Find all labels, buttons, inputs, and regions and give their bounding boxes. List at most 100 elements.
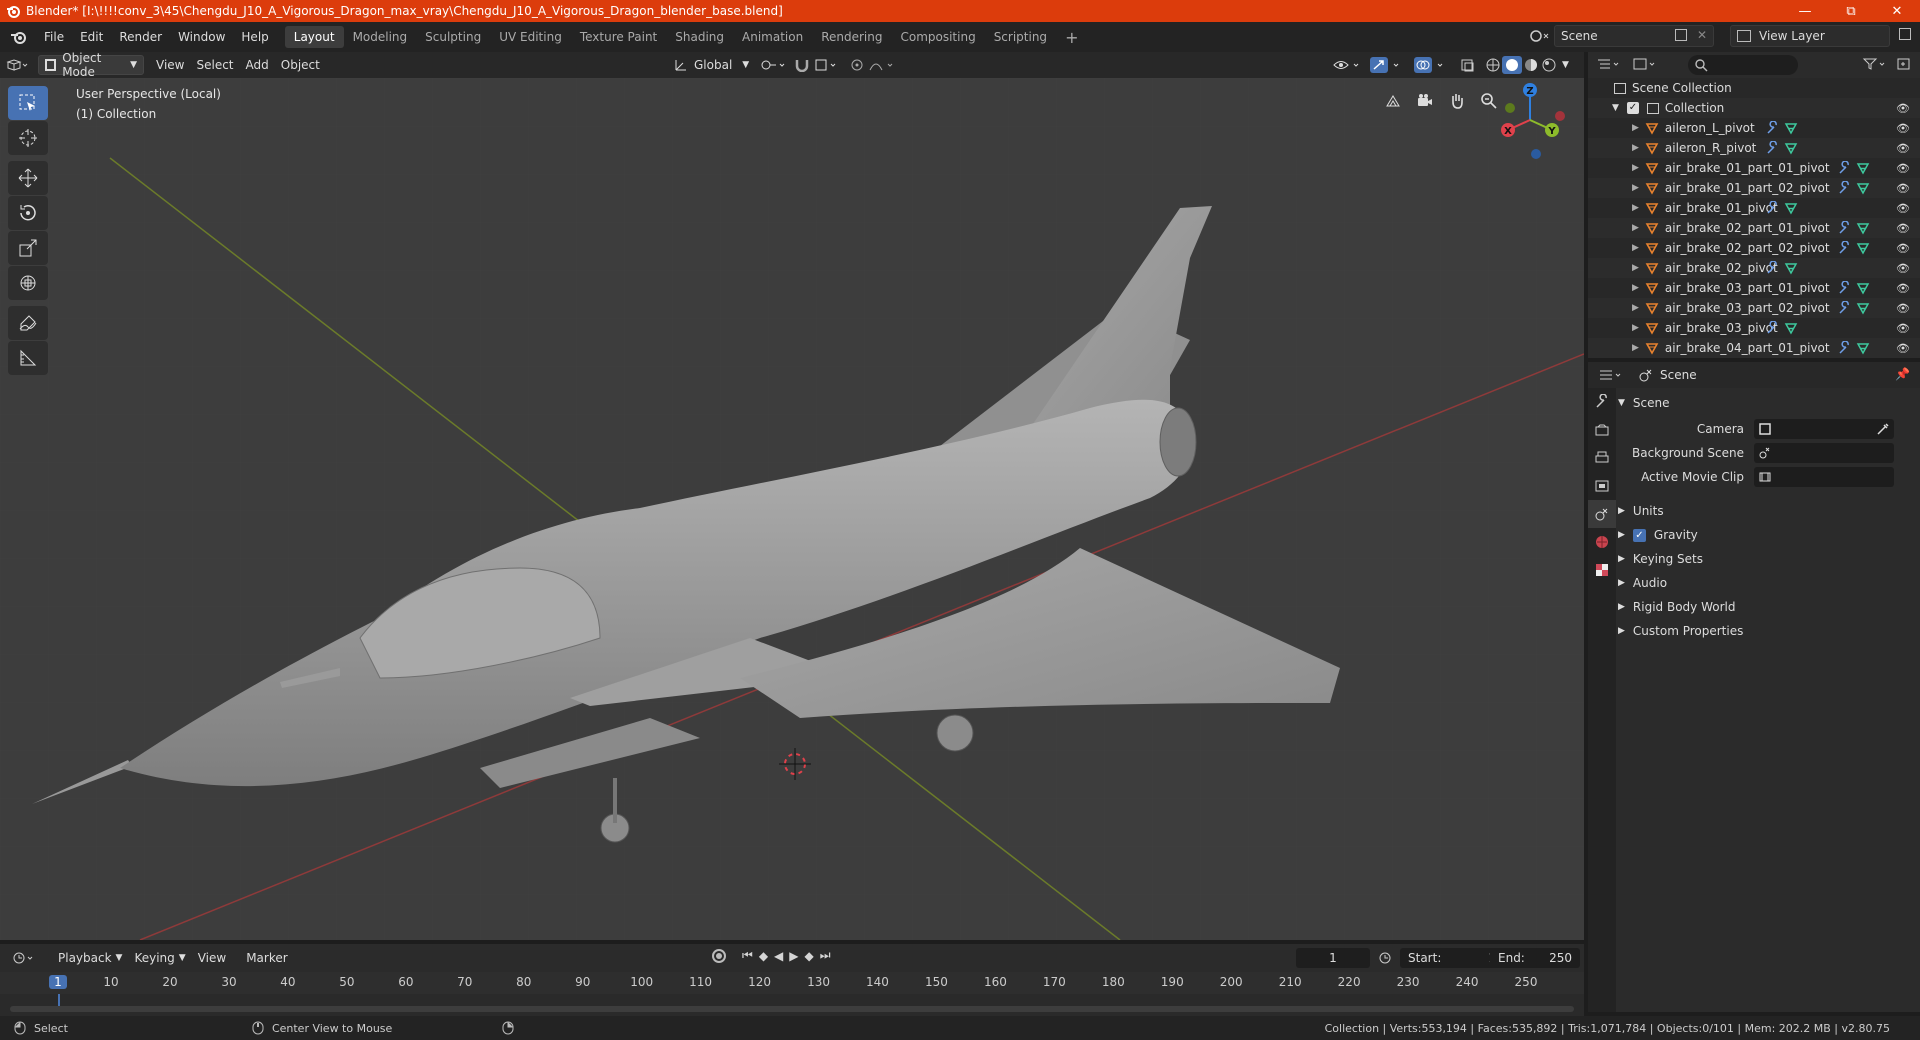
display-mode-button[interactable] — [1632, 57, 1662, 74]
maximize-button[interactable]: ⧉ — [1828, 0, 1874, 22]
current-frame-field[interactable]: 1 — [1296, 948, 1370, 968]
timeline-editor-type-button[interactable] — [6, 948, 44, 968]
blender-menu-icon[interactable] — [8, 29, 30, 45]
outliner-object-row[interactable]: ▶ air_brake_02_pivot 👁 — [1588, 258, 1920, 278]
expand-collapse-icon[interactable]: ▶ — [1632, 163, 1639, 173]
viewport-scene[interactable] — [0, 78, 1584, 940]
expand-collapse-icon[interactable]: ▶ — [1632, 143, 1639, 153]
modifier-wrench-icon[interactable] — [1838, 241, 1852, 255]
menu-render[interactable]: Render — [111, 30, 170, 44]
collection-checkbox[interactable]: ✓ — [1626, 102, 1639, 114]
jump-start-icon[interactable]: ⏮ — [742, 948, 753, 963]
snap-target-dropdown[interactable] — [808, 55, 848, 75]
menu-window[interactable]: Window — [170, 30, 233, 44]
tab-view-layer[interactable] — [1588, 472, 1616, 500]
mesh-data-icon[interactable] — [1784, 201, 1798, 215]
viewport-menu-object[interactable]: Object — [275, 55, 326, 75]
record-button[interactable] — [712, 948, 726, 963]
measure-tool[interactable] — [8, 341, 48, 375]
rigid-body-world-section[interactable]: ▶ Rigid Body World — [1618, 596, 1918, 618]
proportional-edit-toggle[interactable] — [844, 55, 904, 75]
annotate-tool[interactable] — [8, 306, 48, 340]
gizmo-neg-x-axis[interactable] — [1555, 111, 1565, 121]
add-workspace-button[interactable]: + — [1056, 24, 1087, 51]
eyedropper-icon[interactable] — [1876, 422, 1890, 436]
pan-view-button[interactable] — [1444, 88, 1470, 114]
start-frame-field[interactable]: Start: 1 — [1400, 948, 1504, 968]
minimize-button[interactable]: — — [1782, 0, 1828, 22]
eye-icon[interactable]: 👁 — [1896, 302, 1910, 315]
outliner-collection-row[interactable]: ▼ ✓ Collection 👁 — [1588, 98, 1920, 118]
timeline-menu-playback[interactable]: Playback ▼ — [52, 948, 128, 968]
new-scene-icon[interactable] — [1675, 29, 1687, 41]
close-button[interactable]: ✕ — [1874, 0, 1920, 22]
3d-viewport[interactable]: User Perspective (Local) (1) Collection — [0, 78, 1584, 940]
modifier-wrench-icon[interactable] — [1766, 141, 1780, 155]
expand-collapse-icon[interactable]: ▶ — [1632, 223, 1639, 233]
end-frame-field[interactable]: End: 250 — [1490, 948, 1580, 968]
outliner-object-row[interactable]: ▶ air_brake_01_part_01_pivot 👁 — [1588, 158, 1920, 178]
eye-icon[interactable]: 👁 — [1896, 162, 1910, 175]
modifier-wrench-icon[interactable] — [1766, 201, 1780, 215]
tab-shading[interactable]: Shading — [666, 26, 733, 48]
gravity-checkbox[interactable]: ✓ — [1632, 528, 1646, 542]
eye-icon[interactable]: 👁 — [1896, 242, 1910, 255]
modifier-wrench-icon[interactable] — [1838, 301, 1852, 315]
shading-solid-icon[interactable] — [1502, 56, 1522, 74]
eye-icon[interactable]: 👁 — [1896, 322, 1910, 335]
orientation-gizmo[interactable]: Z X Y — [1488, 78, 1572, 162]
active-movie-clip-field[interactable] — [1754, 467, 1894, 487]
object-mode-dropdown[interactable]: Object Mode ▼ — [38, 51, 144, 79]
timeline-menu-view[interactable]: View — [192, 948, 232, 968]
modifier-wrench-icon[interactable] — [1766, 321, 1780, 335]
mesh-data-icon[interactable] — [1856, 301, 1870, 315]
mesh-data-icon[interactable] — [1784, 141, 1798, 155]
outliner-object-row[interactable]: ▶ aileron_R_pivot 👁 — [1588, 138, 1920, 158]
eye-icon[interactable]: 👁 — [1896, 182, 1910, 195]
gizmo-neg-y-axis[interactable] — [1505, 103, 1515, 113]
mesh-data-icon[interactable] — [1784, 261, 1798, 275]
rotate-tool[interactable] — [8, 196, 48, 230]
timeline-scrollbar[interactable] — [10, 1006, 1574, 1012]
expand-collapse-icon[interactable]: ▼ — [1612, 103, 1619, 113]
mesh-data-icon[interactable] — [1856, 241, 1870, 255]
tab-render[interactable] — [1588, 416, 1616, 444]
outliner-scene-collection[interactable]: Scene Collection — [1588, 78, 1920, 98]
cursor-tool[interactable] — [8, 121, 48, 155]
outliner-object-row[interactable]: ▶ air_brake_01_pivot 👁 — [1588, 198, 1920, 218]
new-collection-icon[interactable] — [1896, 57, 1912, 74]
tab-rendering[interactable]: Rendering — [812, 26, 891, 48]
eye-icon[interactable]: 👁 — [1896, 222, 1910, 235]
expand-collapse-icon[interactable]: ▶ — [1632, 243, 1639, 253]
viewport-menu-add[interactable]: Add — [240, 55, 275, 75]
prev-keyframe-icon[interactable]: ◆ — [759, 949, 768, 963]
modifier-wrench-icon[interactable] — [1766, 261, 1780, 275]
outliner-object-row[interactable]: ▶ air_brake_02_part_02_pivot 👁 — [1588, 238, 1920, 258]
expand-collapse-icon[interactable]: ▶ — [1632, 203, 1639, 213]
viewport-menu-select[interactable]: Select — [190, 55, 239, 75]
modifier-wrench-icon[interactable] — [1838, 281, 1852, 295]
select-box-tool[interactable] — [8, 86, 48, 120]
transform-tool[interactable] — [8, 266, 48, 300]
jump-end-icon[interactable]: ⏭ — [820, 948, 831, 963]
tab-scene[interactable] — [1588, 500, 1616, 528]
outliner-object-row[interactable]: ▶ air_brake_03_part_01_pivot 👁 — [1588, 278, 1920, 298]
pin-icon[interactable]: 📌 — [1895, 367, 1910, 381]
audio-section[interactable]: ▶ Audio — [1618, 572, 1918, 594]
outliner-editor-type-button[interactable] — [1596, 57, 1624, 74]
camera-field[interactable] — [1754, 419, 1894, 439]
custom-properties-section[interactable]: ▶ Custom Properties — [1618, 620, 1918, 642]
expand-collapse-icon[interactable]: ▶ — [1632, 263, 1639, 273]
tab-tool[interactable] — [1588, 388, 1616, 416]
tab-sculpting[interactable]: Sculpting — [416, 26, 490, 48]
scene-field[interactable]: Scene ✕ — [1554, 25, 1714, 47]
mesh-data-icon[interactable] — [1856, 221, 1870, 235]
play-reverse-icon[interactable]: ◀ — [774, 949, 783, 963]
menu-help[interactable]: Help — [233, 30, 276, 44]
expand-collapse-icon[interactable]: ▶ — [1632, 123, 1639, 133]
gizmo-neg-z-axis[interactable] — [1531, 149, 1541, 159]
properties-editor-type-button[interactable] — [1598, 368, 1624, 385]
eye-icon[interactable]: 👁 — [1896, 282, 1910, 295]
timeline-menu-keying[interactable]: Keying ▼ — [128, 948, 191, 968]
modifier-wrench-icon[interactable] — [1838, 181, 1852, 195]
